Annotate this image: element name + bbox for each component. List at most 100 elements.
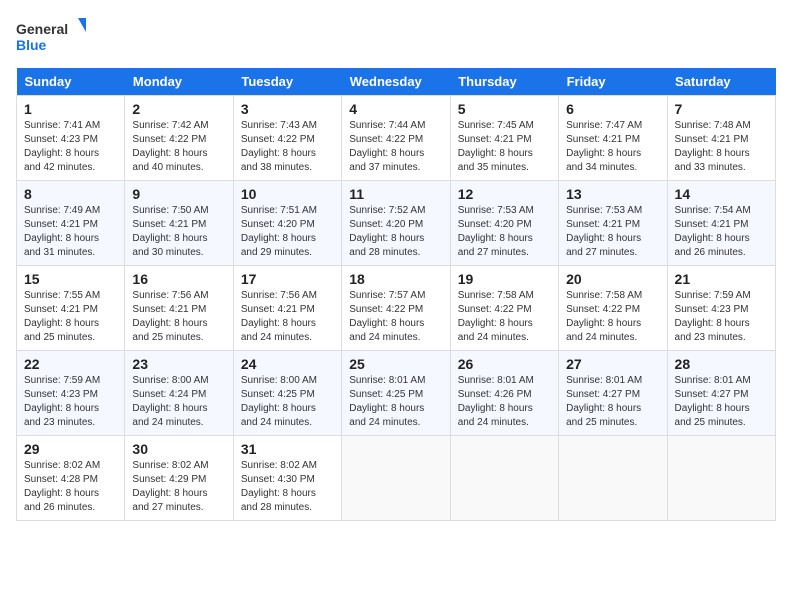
calendar-week-1: 1 Sunrise: 7:41 AM Sunset: 4:23 PM Daylig… bbox=[17, 96, 776, 181]
day-number: 25 bbox=[349, 356, 442, 372]
day-number: 28 bbox=[675, 356, 768, 372]
day-info: Sunrise: 7:44 AM Sunset: 4:22 PM Dayligh… bbox=[349, 119, 442, 175]
day-info: Sunrise: 8:01 AM Sunset: 4:25 PM Dayligh… bbox=[349, 374, 442, 430]
day-number: 19 bbox=[458, 271, 551, 287]
day-number: 26 bbox=[458, 356, 551, 372]
day-info: Sunrise: 8:00 AM Sunset: 4:24 PM Dayligh… bbox=[132, 374, 225, 430]
day-info: Sunrise: 7:43 AM Sunset: 4:22 PM Dayligh… bbox=[241, 119, 334, 175]
day-cell-29: 29 Sunrise: 8:02 AM Sunset: 4:28 PM Dayli… bbox=[17, 436, 125, 521]
day-info: Sunrise: 8:00 AM Sunset: 4:25 PM Dayligh… bbox=[241, 374, 334, 430]
day-number: 14 bbox=[675, 186, 768, 202]
day-cell-20: 20 Sunrise: 7:58 AM Sunset: 4:22 PM Dayli… bbox=[559, 266, 667, 351]
day-number: 5 bbox=[458, 101, 551, 117]
day-cell-3: 3 Sunrise: 7:43 AM Sunset: 4:22 PM Daylig… bbox=[233, 96, 341, 181]
day-info: Sunrise: 8:02 AM Sunset: 4:28 PM Dayligh… bbox=[24, 459, 117, 515]
day-cell-11: 11 Sunrise: 7:52 AM Sunset: 4:20 PM Dayli… bbox=[342, 181, 450, 266]
column-header-monday: Monday bbox=[125, 68, 233, 96]
day-info: Sunrise: 7:58 AM Sunset: 4:22 PM Dayligh… bbox=[566, 289, 659, 345]
day-cell-4: 4 Sunrise: 7:44 AM Sunset: 4:22 PM Daylig… bbox=[342, 96, 450, 181]
day-number: 13 bbox=[566, 186, 659, 202]
day-info: Sunrise: 7:42 AM Sunset: 4:22 PM Dayligh… bbox=[132, 119, 225, 175]
day-number: 20 bbox=[566, 271, 659, 287]
day-number: 23 bbox=[132, 356, 225, 372]
day-cell-16: 16 Sunrise: 7:56 AM Sunset: 4:21 PM Dayli… bbox=[125, 266, 233, 351]
day-info: Sunrise: 7:48 AM Sunset: 4:21 PM Dayligh… bbox=[675, 119, 768, 175]
day-cell-18: 18Sunrise: 7:57 AM Sunset: 4:22 PM Dayli… bbox=[342, 266, 450, 351]
day-cell-21: 21Sunrise: 7:59 AM Sunset: 4:23 PM Dayli… bbox=[667, 266, 775, 351]
day-number: 10 bbox=[241, 186, 334, 202]
day-info: Sunrise: 7:56 AM Sunset: 4:21 PM Dayligh… bbox=[241, 289, 334, 345]
day-number: 29 bbox=[24, 441, 117, 457]
day-number: 9 bbox=[132, 186, 225, 202]
column-header-friday: Friday bbox=[559, 68, 667, 96]
day-info: Sunrise: 8:02 AM Sunset: 4:29 PM Dayligh… bbox=[132, 459, 225, 515]
day-info: Sunrise: 7:59 AM Sunset: 4:23 PM Dayligh… bbox=[675, 289, 768, 345]
day-number: 1 bbox=[24, 101, 117, 117]
day-cell-9: 9 Sunrise: 7:50 AM Sunset: 4:21 PM Daylig… bbox=[125, 181, 233, 266]
day-info: Sunrise: 7:47 AM Sunset: 4:21 PM Dayligh… bbox=[566, 119, 659, 175]
day-info: Sunrise: 7:52 AM Sunset: 4:20 PM Dayligh… bbox=[349, 204, 442, 260]
day-number: 12 bbox=[458, 186, 551, 202]
day-number: 17 bbox=[241, 271, 334, 287]
day-cell-24: 24Sunrise: 8:00 AM Sunset: 4:25 PM Dayli… bbox=[233, 351, 341, 436]
day-info: Sunrise: 7:50 AM Sunset: 4:21 PM Dayligh… bbox=[132, 204, 225, 260]
day-number: 31 bbox=[241, 441, 334, 457]
day-number: 30 bbox=[132, 441, 225, 457]
day-cell-1: 1 Sunrise: 7:41 AM Sunset: 4:23 PM Daylig… bbox=[17, 96, 125, 181]
day-cell-8: 8Sunrise: 7:49 AM Sunset: 4:21 PM Daylig… bbox=[17, 181, 125, 266]
day-number: 8 bbox=[24, 186, 117, 202]
day-info: Sunrise: 8:01 AM Sunset: 4:27 PM Dayligh… bbox=[675, 374, 768, 430]
svg-text:General: General bbox=[16, 21, 68, 37]
column-header-wednesday: Wednesday bbox=[342, 68, 450, 96]
day-number: 16 bbox=[132, 271, 225, 287]
day-cell-2: 2 Sunrise: 7:42 AM Sunset: 4:22 PM Daylig… bbox=[125, 96, 233, 181]
day-cell-19: 19 Sunrise: 7:58 AM Sunset: 4:22 PM Dayli… bbox=[450, 266, 558, 351]
column-header-sunday: Sunday bbox=[17, 68, 125, 96]
day-cell-12: 12 Sunrise: 7:53 AM Sunset: 4:20 PM Dayli… bbox=[450, 181, 558, 266]
column-header-saturday: Saturday bbox=[667, 68, 775, 96]
logo: General Blue bbox=[16, 16, 86, 56]
day-cell-25: 25 Sunrise: 8:01 AM Sunset: 4:25 PM Dayli… bbox=[342, 351, 450, 436]
day-cell-7: 7 Sunrise: 7:48 AM Sunset: 4:21 PM Daylig… bbox=[667, 96, 775, 181]
day-cell-17: 17 Sunrise: 7:56 AM Sunset: 4:21 PM Dayli… bbox=[233, 266, 341, 351]
day-number: 2 bbox=[132, 101, 225, 117]
calendar-week-4: 22 Sunrise: 7:59 AM Sunset: 4:23 PM Dayli… bbox=[17, 351, 776, 436]
day-info: Sunrise: 7:58 AM Sunset: 4:22 PM Dayligh… bbox=[458, 289, 551, 345]
day-info: Sunrise: 7:51 AM Sunset: 4:20 PM Dayligh… bbox=[241, 204, 334, 260]
day-info: Sunrise: 7:53 AM Sunset: 4:20 PM Dayligh… bbox=[458, 204, 551, 260]
day-cell-28: 28 Sunrise: 8:01 AM Sunset: 4:27 PM Dayli… bbox=[667, 351, 775, 436]
day-cell-15: 15Sunrise: 7:55 AM Sunset: 4:21 PM Dayli… bbox=[17, 266, 125, 351]
day-cell-10: 10 Sunrise: 7:51 AM Sunset: 4:20 PM Dayli… bbox=[233, 181, 341, 266]
day-cell-14: 14Sunrise: 7:54 AM Sunset: 4:21 PM Dayli… bbox=[667, 181, 775, 266]
day-info: Sunrise: 7:53 AM Sunset: 4:21 PM Dayligh… bbox=[566, 204, 659, 260]
day-info: Sunrise: 7:56 AM Sunset: 4:21 PM Dayligh… bbox=[132, 289, 225, 345]
day-number: 4 bbox=[349, 101, 442, 117]
empty-cell bbox=[559, 436, 667, 521]
day-info: Sunrise: 8:01 AM Sunset: 4:26 PM Dayligh… bbox=[458, 374, 551, 430]
day-number: 15 bbox=[24, 271, 117, 287]
day-cell-13: 13 Sunrise: 7:53 AM Sunset: 4:21 PM Dayli… bbox=[559, 181, 667, 266]
day-cell-30: 30 Sunrise: 8:02 AM Sunset: 4:29 PM Dayli… bbox=[125, 436, 233, 521]
page-header: General Blue bbox=[16, 16, 776, 56]
empty-cell bbox=[450, 436, 558, 521]
day-cell-26: 26 Sunrise: 8:01 AM Sunset: 4:26 PM Dayli… bbox=[450, 351, 558, 436]
day-cell-5: 5 Sunrise: 7:45 AM Sunset: 4:21 PM Daylig… bbox=[450, 96, 558, 181]
day-info: Sunrise: 7:59 AM Sunset: 4:23 PM Dayligh… bbox=[24, 374, 117, 430]
day-number: 22 bbox=[24, 356, 117, 372]
calendar-week-2: 8Sunrise: 7:49 AM Sunset: 4:21 PM Daylig… bbox=[17, 181, 776, 266]
column-header-tuesday: Tuesday bbox=[233, 68, 341, 96]
day-info: Sunrise: 7:57 AM Sunset: 4:22 PM Dayligh… bbox=[349, 289, 442, 345]
calendar-table: SundayMondayTuesdayWednesdayThursdayFrid… bbox=[16, 68, 776, 521]
day-number: 3 bbox=[241, 101, 334, 117]
calendar-week-5: 29 Sunrise: 8:02 AM Sunset: 4:28 PM Dayli… bbox=[17, 436, 776, 521]
day-number: 11 bbox=[349, 186, 442, 202]
day-number: 6 bbox=[566, 101, 659, 117]
empty-cell bbox=[667, 436, 775, 521]
day-cell-22: 22 Sunrise: 7:59 AM Sunset: 4:23 PM Dayli… bbox=[17, 351, 125, 436]
day-info: Sunrise: 7:45 AM Sunset: 4:21 PM Dayligh… bbox=[458, 119, 551, 175]
column-header-thursday: Thursday bbox=[450, 68, 558, 96]
day-info: Sunrise: 7:41 AM Sunset: 4:23 PM Dayligh… bbox=[24, 119, 117, 175]
svg-text:Blue: Blue bbox=[16, 37, 47, 53]
day-cell-23: 23 Sunrise: 8:00 AM Sunset: 4:24 PM Dayli… bbox=[125, 351, 233, 436]
day-number: 7 bbox=[675, 101, 768, 117]
